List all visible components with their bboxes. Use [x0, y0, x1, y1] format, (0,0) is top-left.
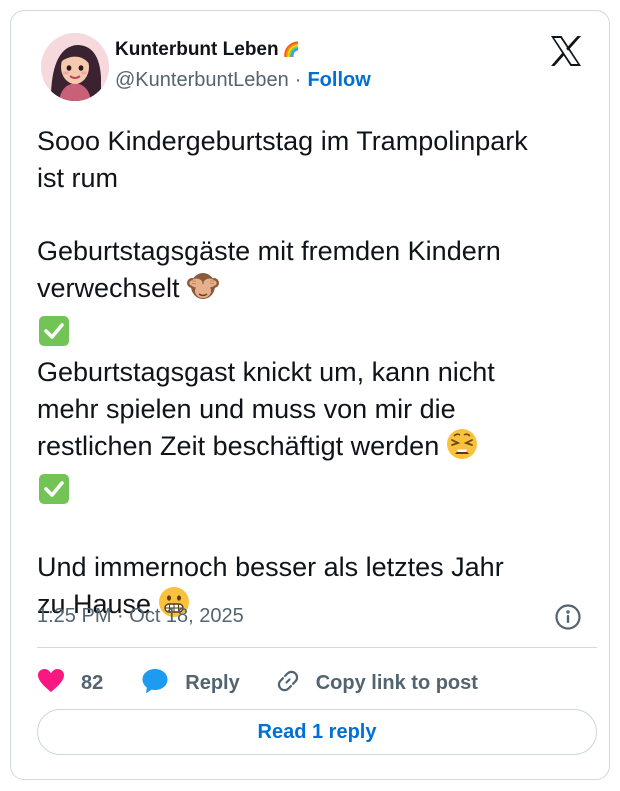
tweet-text: Sooo Kindergeburtstag im Trampolinpark i…: [37, 123, 597, 629]
text-line: verwechselt: [37, 273, 180, 303]
handle-row: @KunterbuntLeben · Follow: [115, 69, 371, 92]
text-line: Geburtstagsgäste mit fremden Kindern: [37, 235, 501, 266]
like-count: 82: [81, 671, 104, 694]
tweet-card: Kunterbunt Leben 🌈 @KunterbuntLeben · Fo…: [10, 10, 610, 780]
reply-button[interactable]: Reply: [141, 667, 240, 700]
copy-link-label: Copy link to post: [315, 671, 478, 694]
author-name-row[interactable]: Kunterbunt Leben 🌈: [115, 39, 300, 61]
see-no-evil-monkey-icon: [186, 269, 220, 313]
text-line: Sooo Kindergeburtstag im Trampolinpark: [37, 126, 528, 156]
read-reply-button[interactable]: Read 1 reply: [37, 709, 597, 755]
check-mark-icon: [39, 473, 69, 504]
separator-dot: ·: [294, 69, 302, 91]
text-line-with-emoji: restlichen Zeit beschäftigt werden: [37, 427, 597, 471]
checkbox-line: [37, 313, 597, 355]
action-bar: 82 Reply Copy link to post: [37, 667, 478, 699]
text-line-with-emoji: verwechselt: [37, 269, 597, 313]
check-mark-icon: [39, 315, 69, 346]
rainbow-icon: 🌈: [282, 42, 301, 58]
weary-face-icon: [445, 427, 479, 471]
follow-button[interactable]: Follow: [307, 69, 370, 92]
text-line: mehr spielen und muss von mir die: [37, 393, 456, 424]
text-line: Und immernoch besser als letztes Jahr: [37, 551, 504, 582]
heart-icon: [37, 668, 65, 699]
speech-bubble-icon: [141, 667, 169, 700]
x-logo-icon[interactable]: [549, 35, 583, 67]
text-line: Geburtstagsgast knickt um, kann nicht: [37, 357, 495, 387]
text-line: restlichen Zeit beschäftigt werden: [37, 431, 440, 461]
like-button[interactable]: 82: [37, 668, 103, 699]
info-icon[interactable]: [554, 603, 582, 631]
avatar[interactable]: [41, 33, 109, 101]
divider: [37, 647, 597, 648]
reply-label: Reply: [185, 671, 240, 694]
display-name[interactable]: Kunterbunt Leben: [115, 39, 279, 61]
copy-link-button[interactable]: Copy link to post: [274, 667, 478, 700]
link-icon: [274, 667, 302, 700]
author-handle[interactable]: @KunterbuntLeben: [115, 69, 289, 92]
checkbox-line: [37, 471, 597, 513]
tweet-timestamp[interactable]: 1:25 PM · Oct 18, 2025: [37, 605, 244, 628]
text-line: ist rum: [37, 162, 118, 193]
